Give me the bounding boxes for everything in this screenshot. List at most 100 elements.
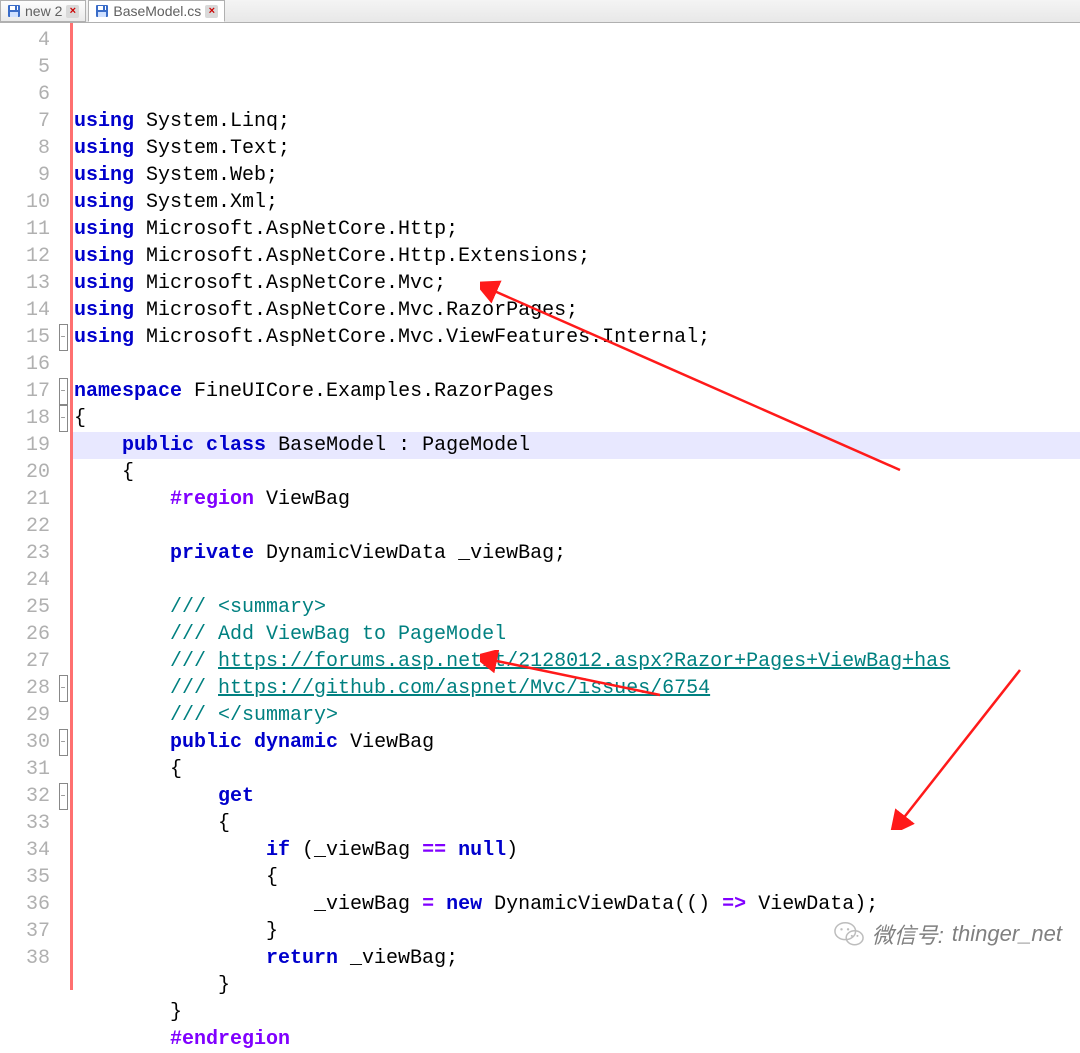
code-line: { <box>70 405 1080 432</box>
code-line: public dynamic ViewBag <box>70 729 1080 756</box>
code-line: using System.Linq; <box>70 108 1080 135</box>
fold-cell[interactable] <box>56 243 70 270</box>
code-line: /// <summary> <box>70 594 1080 621</box>
line-number: 4 <box>0 27 50 54</box>
fold-cell[interactable] <box>56 162 70 189</box>
fold-cell[interactable]: − <box>56 783 70 810</box>
code-line: #region ViewBag <box>70 486 1080 513</box>
code-line: } <box>70 972 1080 999</box>
fold-cell[interactable] <box>56 702 70 729</box>
code-line: private DynamicViewData _viewBag; <box>70 540 1080 567</box>
fold-cell[interactable] <box>56 189 70 216</box>
line-number: 37 <box>0 918 50 945</box>
code-line: #endregion <box>70 1026 1080 1053</box>
change-marker <box>70 23 73 990</box>
fold-cell[interactable] <box>56 270 70 297</box>
fold-cell[interactable]: − <box>56 324 70 351</box>
code-line: get <box>70 783 1080 810</box>
fold-cell[interactable] <box>56 540 70 567</box>
line-number: 29 <box>0 702 50 729</box>
fold-cell[interactable] <box>56 108 70 135</box>
fold-cell[interactable] <box>56 297 70 324</box>
fold-cell[interactable]: − <box>56 729 70 756</box>
line-number: 27 <box>0 648 50 675</box>
fold-cell[interactable] <box>56 945 70 972</box>
code-line: using System.Text; <box>70 135 1080 162</box>
close-icon[interactable]: × <box>66 5 79 18</box>
code-line: /// https://forums.asp.net/t/2128012.asp… <box>70 648 1080 675</box>
code-line: { <box>70 810 1080 837</box>
line-number: 16 <box>0 351 50 378</box>
code-line: /// Add ViewBag to PageModel <box>70 621 1080 648</box>
line-number: 34 <box>0 837 50 864</box>
code-line: _viewBag = new DynamicViewData(() => Vie… <box>70 891 1080 918</box>
line-number: 13 <box>0 270 50 297</box>
fold-cell[interactable] <box>56 918 70 945</box>
line-number: 35 <box>0 864 50 891</box>
code-line: /// https://github.com/aspnet/Mvc/issues… <box>70 675 1080 702</box>
line-number-gutter: 4567891011121314151617181920212223242526… <box>0 23 56 990</box>
fold-cell[interactable] <box>56 54 70 81</box>
fold-cell[interactable] <box>56 81 70 108</box>
fold-cell[interactable] <box>56 648 70 675</box>
fold-cell[interactable] <box>56 810 70 837</box>
code-line: using System.Web; <box>70 162 1080 189</box>
close-icon[interactable]: × <box>205 5 218 18</box>
line-number: 10 <box>0 189 50 216</box>
line-number: 23 <box>0 540 50 567</box>
fold-cell[interactable] <box>56 594 70 621</box>
line-number: 25 <box>0 594 50 621</box>
line-number: 38 <box>0 945 50 972</box>
code-line: { <box>70 756 1080 783</box>
line-number: 36 <box>0 891 50 918</box>
fold-cell[interactable] <box>56 513 70 540</box>
fold-cell[interactable] <box>56 756 70 783</box>
code-line: public class BaseModel : PageModel <box>70 432 1080 459</box>
code-line <box>70 351 1080 378</box>
fold-cell[interactable] <box>56 27 70 54</box>
editor: 4567891011121314151617181920212223242526… <box>0 23 1080 990</box>
fold-cell[interactable] <box>56 891 70 918</box>
fold-cell[interactable]: − <box>56 405 70 432</box>
fold-cell[interactable] <box>56 432 70 459</box>
line-number: 11 <box>0 216 50 243</box>
fold-gutter: −−−−−− <box>56 23 70 990</box>
code-line: using System.Xml; <box>70 189 1080 216</box>
code-line: namespace FineUICore.Examples.RazorPages <box>70 378 1080 405</box>
line-number: 15 <box>0 324 50 351</box>
code-line: { <box>70 459 1080 486</box>
tab-label: new 2 <box>25 3 62 19</box>
fold-cell[interactable]: − <box>56 675 70 702</box>
fold-cell[interactable] <box>56 837 70 864</box>
code-line: { <box>70 864 1080 891</box>
fold-cell[interactable] <box>56 135 70 162</box>
tab-new2[interactable]: new 2 × <box>0 0 86 22</box>
line-number: 18 <box>0 405 50 432</box>
fold-cell[interactable] <box>56 567 70 594</box>
line-number: 22 <box>0 513 50 540</box>
line-number: 33 <box>0 810 50 837</box>
line-number: 14 <box>0 297 50 324</box>
fold-cell[interactable] <box>56 864 70 891</box>
save-icon <box>7 4 21 18</box>
fold-cell[interactable] <box>56 486 70 513</box>
line-number: 5 <box>0 54 50 81</box>
line-number: 12 <box>0 243 50 270</box>
code-line: using Microsoft.AspNetCore.Mvc.ViewFeatu… <box>70 324 1080 351</box>
code-area[interactable]: using System.Linq;using System.Text;usin… <box>70 23 1080 990</box>
fold-cell[interactable] <box>56 621 70 648</box>
line-number: 17 <box>0 378 50 405</box>
code-line: } <box>70 999 1080 1026</box>
watermark-label: 微信号: <box>872 918 944 950</box>
code-line: if (_viewBag == null) <box>70 837 1080 864</box>
line-number: 21 <box>0 486 50 513</box>
line-number: 6 <box>0 81 50 108</box>
tab-basemodel[interactable]: BaseModel.cs × <box>88 0 225 22</box>
code-line: using Microsoft.AspNetCore.Http.Extensio… <box>70 243 1080 270</box>
fold-cell[interactable] <box>56 351 70 378</box>
fold-cell[interactable]: − <box>56 378 70 405</box>
fold-cell[interactable] <box>56 459 70 486</box>
code-line: using Microsoft.AspNetCore.Http; <box>70 216 1080 243</box>
fold-cell[interactable] <box>56 216 70 243</box>
wechat-icon <box>834 919 864 949</box>
